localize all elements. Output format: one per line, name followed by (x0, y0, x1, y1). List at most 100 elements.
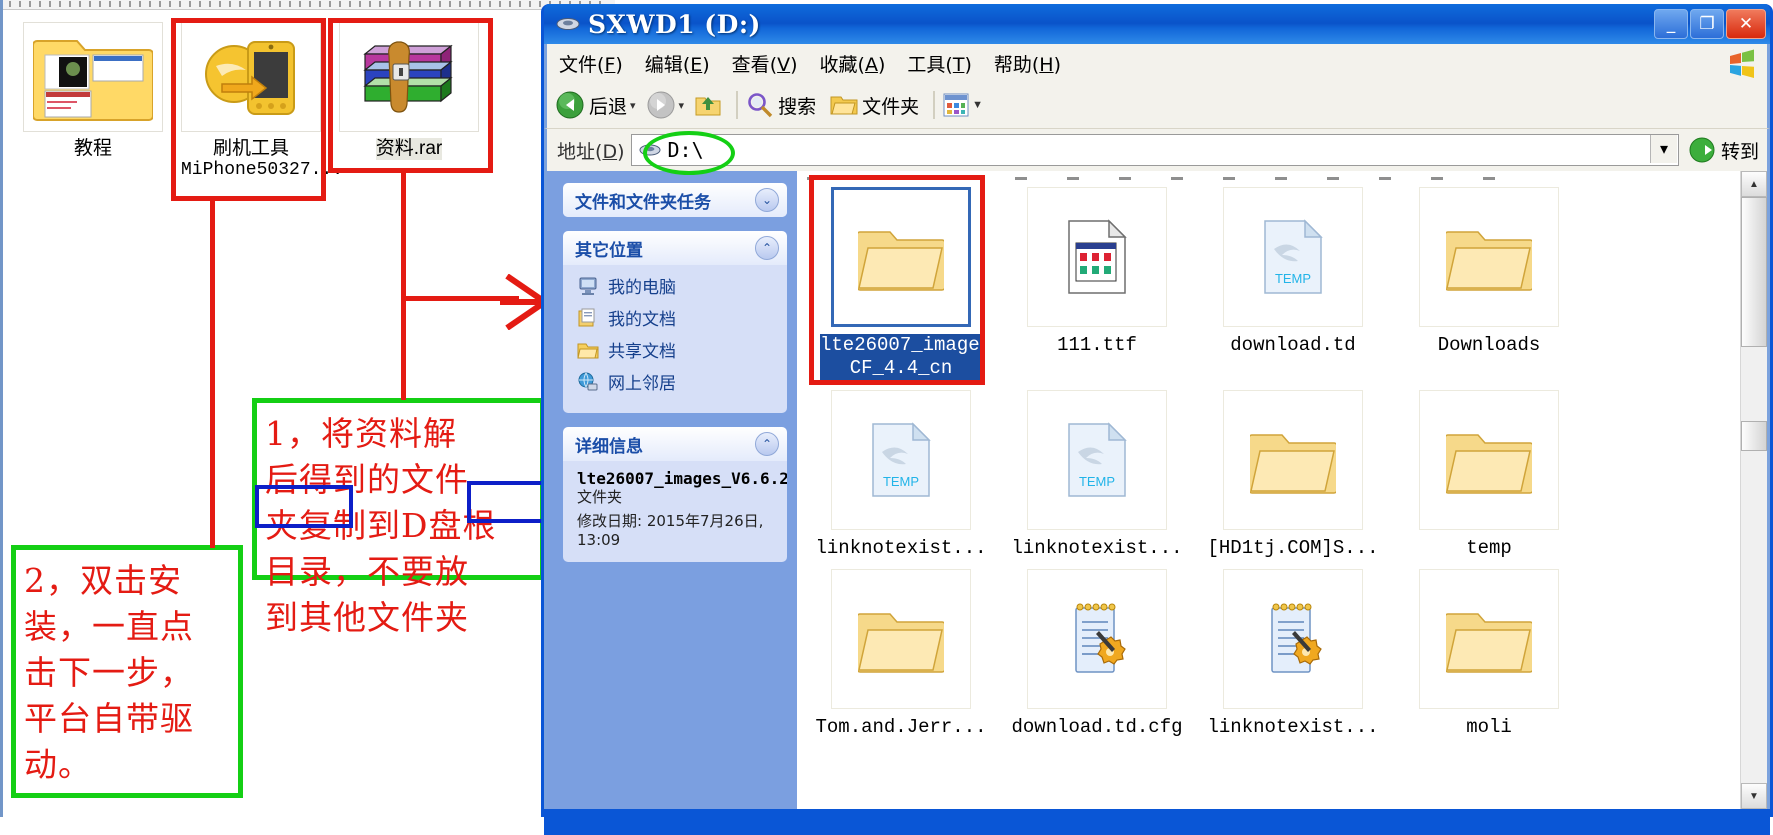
panel-header[interactable]: 详细信息 ⌃ (563, 427, 787, 461)
forward-button[interactable]: ▾ (646, 90, 689, 120)
winrar-archive-icon (339, 22, 479, 132)
chevron-up-icon[interactable]: ⌃ (755, 432, 779, 456)
maximize-button[interactable]: ❐ (1690, 9, 1724, 39)
ruler-tick (1171, 177, 1183, 180)
temp-file-icon: TEMP (1264, 219, 1323, 294)
address-input[interactable]: D:\ ▾ (630, 134, 1679, 166)
file-item[interactable]: Downloads (1391, 187, 1587, 380)
search-button[interactable]: 搜索 (746, 91, 816, 119)
details-file-type: 文件夹 (577, 488, 623, 506)
scroll-down-button[interactable]: ▼ (1741, 783, 1767, 809)
menu-item-tools[interactable]: 工具(T) (907, 50, 971, 77)
vertical-scrollbar[interactable]: ▲ ▼ (1740, 171, 1767, 809)
panel-body: 我的电脑 我的文档 共享文档 网上邻居 (563, 265, 787, 413)
window-title: SXWD1 (D:) (588, 9, 761, 39)
file-label: download.td (1230, 334, 1356, 356)
menu-item-favorites[interactable]: 收藏(A) (820, 50, 886, 77)
up-button[interactable] (694, 91, 722, 119)
address-dropdown-caret[interactable]: ▾ (1649, 135, 1677, 163)
sidebar-item-my-documents[interactable]: 我的文档 (577, 305, 777, 330)
scrollbar-thumb[interactable] (1741, 197, 1767, 347)
file-item[interactable]: temp (1391, 390, 1587, 559)
folders-button[interactable]: 文件夹 (830, 92, 919, 119)
back-label: 后退 (589, 95, 628, 118)
back-dropdown-caret[interactable]: ▾ (630, 99, 636, 112)
shared-docs-icon (577, 343, 599, 358)
close-button[interactable]: ✕ (1726, 9, 1766, 39)
annotation-line-rar-vertical (401, 172, 406, 400)
chevron-down-icon[interactable]: ⌄ (755, 188, 779, 212)
ruler-tick (1483, 177, 1495, 180)
edge-tick (299, 1, 301, 7)
title-bar[interactable]: SXWD1 (D:) _ ❐ ✕ (544, 4, 1770, 44)
sidebar-item-network-places[interactable]: 网上邻居 (577, 369, 777, 394)
menu-item-view[interactable]: 查看(V) (732, 50, 798, 77)
file-list-pane[interactable]: lte26007_images_V6.6.2.0.KHLCN CF_4.4_cn… (797, 171, 1740, 809)
menu-bar: 文件(F) 编辑(E) 查看(V) 收藏(A) 工具(T) 帮助(H) (544, 44, 1770, 82)
ruler-tick (1015, 177, 1027, 180)
menu-item-edit[interactable]: 编辑(E) (645, 50, 710, 77)
file-item[interactable]: linknotexist... (1195, 569, 1391, 738)
menu-item-help[interactable]: 帮助(H) (994, 50, 1061, 77)
edge-tick (149, 1, 151, 7)
forward-dropdown-caret[interactable]: ▾ (679, 99, 685, 112)
go-button[interactable]: 转到 (1689, 137, 1759, 164)
file-label: 111.ttf (1057, 334, 1137, 356)
sidebar-item-shared-documents[interactable]: 共享文档 (577, 337, 777, 362)
back-button[interactable]: 后退 ▾ (555, 90, 640, 120)
search-label: 搜索 (778, 95, 817, 118)
file-thumbnail (1419, 187, 1559, 327)
file-item[interactable]: TEMP linknotexist... (999, 390, 1195, 559)
edge-tick (199, 1, 201, 7)
toolbar-separator (736, 91, 739, 119)
file-item[interactable]: download.td.cfg (999, 569, 1195, 738)
menu-item-file[interactable]: 文件(F) (559, 50, 623, 77)
edge-tick (79, 1, 81, 7)
desktop-icon-tutorial[interactable]: 教程 (23, 22, 163, 160)
views-dropdown-caret[interactable]: ▼ (972, 99, 983, 111)
file-item[interactable]: lte26007_images_V6.6.2.0.KHLCN CF_4.4_cn (803, 187, 1162, 380)
edge-tick (39, 1, 41, 7)
desktop-icon-label: 资料.rar (375, 138, 443, 160)
ruler-tick (1275, 177, 1287, 180)
panel-header[interactable]: 其它位置 ⌃ (563, 231, 787, 265)
desktop-icon-rar-archive[interactable]: 资料.rar (339, 22, 479, 160)
sidebar-item-label: 网上邻居 (608, 374, 676, 394)
views-button[interactable]: ▼ (943, 93, 987, 117)
file-item[interactable]: TEMP download.td (1195, 187, 1391, 380)
edge-tick (249, 1, 251, 7)
go-arrow-icon (1689, 137, 1715, 163)
sidebar-item-my-computer[interactable]: 我的电脑 (577, 273, 777, 298)
edge-tick (469, 1, 471, 7)
font-file-icon (1068, 219, 1127, 294)
minimize-button[interactable]: _ (1654, 9, 1688, 39)
edge-tick (389, 1, 391, 7)
edge-tick (509, 1, 511, 7)
desktop-icon-flash-tool[interactable]: 刷机工具 MiPhone50327... (181, 22, 343, 180)
windows-flag-icon (1730, 49, 1754, 78)
edge-tick (159, 1, 161, 7)
edge-tick (429, 1, 431, 7)
folder-icon (858, 231, 944, 291)
edge-tick (219, 1, 221, 7)
chevron-up-icon[interactable]: ⌃ (755, 236, 779, 260)
edge-tick (339, 1, 341, 7)
annotation-note-2-line-1: 2，双击安 (24, 561, 182, 600)
edge-tick (319, 1, 321, 7)
file-item[interactable]: TEMP linknotexist... (803, 390, 999, 559)
ruler-tick (963, 177, 975, 180)
file-item[interactable]: 111.ttf (999, 187, 1195, 380)
config-file-icon (1075, 603, 1126, 673)
file-item[interactable]: Tom.and.Jerr... (803, 569, 999, 738)
task-sidebar: 文件和文件夹任务 ⌄ 其它位置 ⌃ 我的电脑 我的文档 共享文档 网上邻居 详细… (547, 171, 797, 809)
scroll-up-button[interactable]: ▲ (1741, 171, 1767, 197)
scrollbar-thumb-secondary[interactable] (1741, 421, 1767, 451)
config-file-icon (1271, 603, 1322, 673)
file-item[interactable]: [HD1tj.COM]S... (1195, 390, 1391, 559)
svg-text:TEMP: TEMP (883, 474, 919, 489)
ruler-tick (1431, 177, 1443, 180)
file-item[interactable]: moli (1391, 569, 1587, 738)
folder-icon (1250, 434, 1336, 494)
panel-header[interactable]: 文件和文件夹任务 ⌄ (563, 183, 787, 217)
address-accel: D (602, 140, 618, 163)
